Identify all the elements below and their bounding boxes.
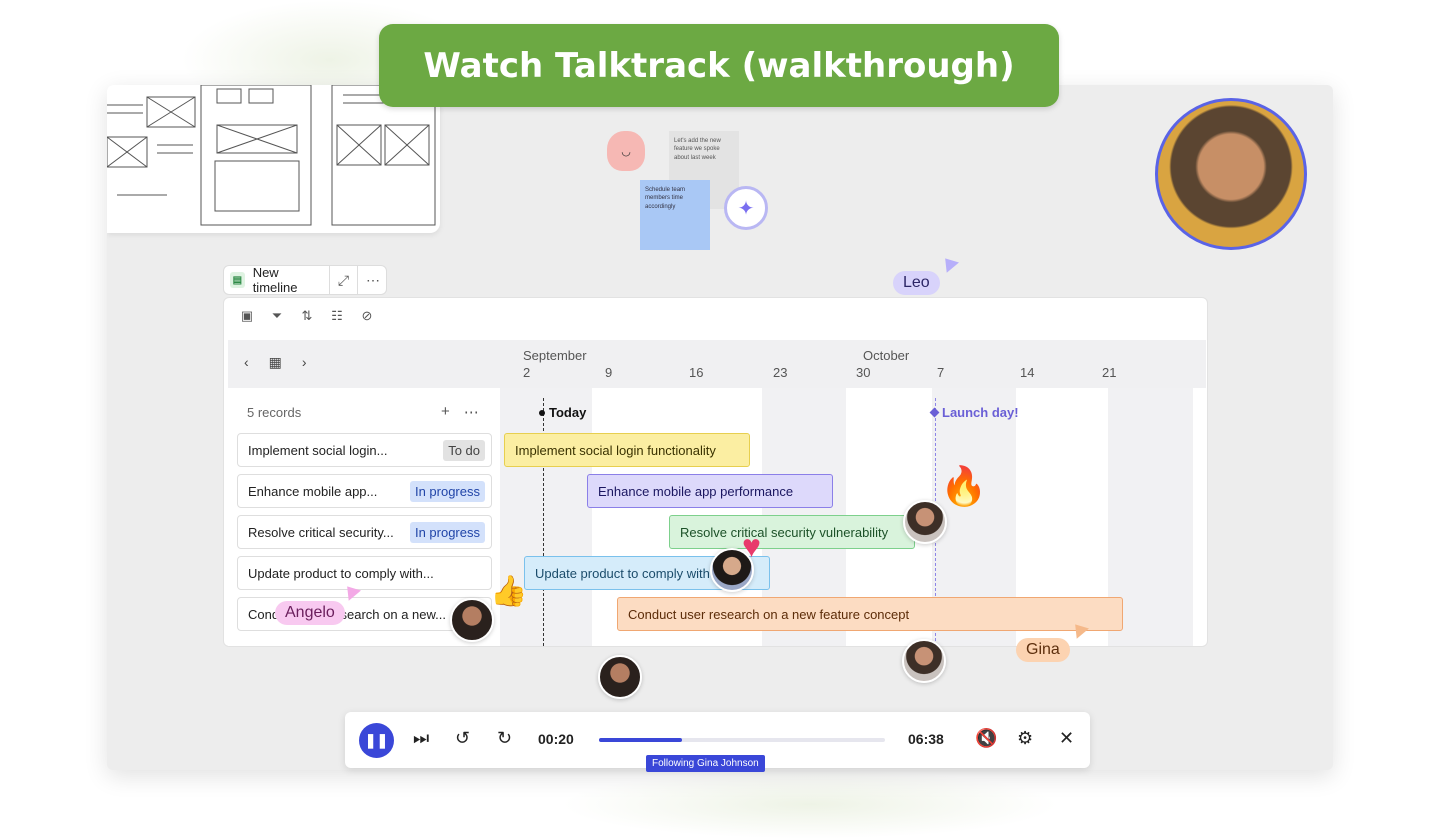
- presenter-video-avatar: [1155, 98, 1307, 250]
- divider: [328, 265, 330, 295]
- watch-talktrack-banner[interactable]: Watch Talktrack (walkthrough): [379, 24, 1059, 107]
- month-label: September: [523, 348, 587, 363]
- launch-label: Launch day!: [942, 405, 1019, 420]
- timeline-bar[interactable]: Implement social login functionality: [504, 433, 750, 467]
- following-badge: Following Gina Johnson: [646, 755, 765, 772]
- prev-icon[interactable]: ‹: [244, 354, 249, 371]
- hide-icon[interactable]: ⊘: [360, 308, 374, 324]
- timeline-bar[interactable]: Enhance mobile app performance: [587, 474, 833, 508]
- status-badge[interactable]: To do: [443, 440, 485, 461]
- record-row[interactable]: Implement social login... To do: [237, 433, 492, 467]
- heart-reaction-icon: ♥: [742, 528, 761, 564]
- record-name: Implement social login...: [248, 442, 388, 458]
- more-icon[interactable]: ⋯: [464, 403, 479, 421]
- collaborator-cursor-gina: Gina: [1016, 638, 1070, 662]
- background-glow: [560, 770, 1060, 839]
- status-badge[interactable]: In progress: [409, 481, 485, 502]
- record-row[interactable]: Enhance mobile app... In progress: [237, 474, 492, 508]
- settings-icon[interactable]: ⚙: [1017, 728, 1033, 749]
- next-icon[interactable]: ›: [302, 354, 307, 371]
- wave-hand-sticker: ◡: [607, 131, 645, 171]
- month-label: October: [863, 348, 910, 363]
- ai-assistant-icon[interactable]: ✦: [724, 186, 768, 230]
- cursor-arrow-icon: [939, 253, 959, 273]
- avatar: [450, 598, 494, 642]
- timeline-grid: ‹ ▦ › September October 2 9 16 23 30 7 1…: [228, 340, 1206, 646]
- divider: [357, 265, 359, 295]
- timeline-panel: ▣ ⏷ ⇅ ☷ ⊘ ‹ ▦ › September October 2 9 16…: [223, 297, 1208, 647]
- current-time: 00:20: [538, 731, 574, 747]
- skip-next-icon[interactable]: ⏭: [413, 728, 429, 749]
- filter-icon[interactable]: ⏷: [270, 308, 284, 324]
- timeline-title: New timeline: [252, 265, 298, 295]
- timeline-icon: ▤: [230, 272, 245, 288]
- more-icon[interactable]: ⋯: [366, 272, 380, 289]
- wireframe-drawing: [107, 85, 436, 226]
- avatar: [902, 639, 946, 683]
- record-name: Update product to comply with...: [248, 565, 434, 581]
- record-name: Enhance mobile app...: [248, 483, 378, 499]
- progress-fill: [599, 738, 682, 742]
- status-badge[interactable]: In progress: [409, 522, 485, 543]
- day-label: 14: [1020, 365, 1035, 380]
- fire-reaction-icon: 🔥: [940, 466, 988, 508]
- day-label: 23: [773, 365, 788, 380]
- pause-button[interactable]: ❚❚: [359, 723, 394, 758]
- timeline-bar[interactable]: Conduct user research on a new feature c…: [617, 597, 1123, 631]
- sort-icon[interactable]: ⇅: [300, 308, 314, 324]
- day-label: 30: [856, 365, 871, 380]
- add-icon[interactable]: +: [441, 403, 450, 421]
- record-row[interactable]: Update product to comply with...: [237, 556, 492, 590]
- record-name: Resolve critical security...: [248, 524, 394, 540]
- timeline-header-chip[interactable]: ▤ New timeline ⤢ ⋯: [223, 265, 387, 295]
- today-dot-icon: [539, 409, 545, 416]
- day-label: 2: [523, 365, 531, 380]
- day-label: 21: [1102, 365, 1117, 380]
- record-actions: + ⋯: [441, 403, 479, 421]
- today-marker: Today: [539, 405, 586, 420]
- avatar: [598, 655, 642, 699]
- card-icon[interactable]: ▣: [240, 308, 254, 324]
- wireframe-sketch[interactable]: [107, 85, 440, 233]
- today-label: Today: [549, 405, 587, 420]
- launch-marker[interactable]: Launch day!: [929, 405, 1019, 420]
- whiteboard-canvas[interactable]: ◡ Let's add the new feature we spoke abo…: [107, 85, 1333, 770]
- thumbs-up-reaction-icon: 👍: [490, 575, 528, 608]
- total-time: 06:38: [908, 731, 944, 747]
- day-label: 16: [689, 365, 704, 380]
- day-label: 9: [605, 365, 613, 380]
- forward-10-icon[interactable]: ↻: [497, 728, 512, 749]
- record-row[interactable]: Resolve critical security... In progress: [237, 515, 492, 549]
- expand-icon[interactable]: ⤢: [338, 272, 349, 289]
- day-label: 7: [937, 365, 945, 380]
- collaborator-cursor-angelo: Angelo: [275, 601, 345, 625]
- rewind-10-icon[interactable]: ↺: [455, 728, 470, 749]
- timeline-header: ‹ ▦ › September October 2 9 16 23 30 7 1…: [228, 340, 1206, 388]
- records-count: 5 records: [247, 405, 302, 420]
- mute-icon[interactable]: 🔇: [975, 728, 997, 749]
- calendar-icon[interactable]: ▦: [269, 354, 282, 371]
- diamond-icon: [929, 407, 940, 418]
- timeline-bar[interactable]: Resolve critical security vulnerability: [669, 515, 915, 549]
- timeline-nav: ‹ ▦ ›: [244, 354, 307, 371]
- sticky-note[interactable]: Schedule team members time accordingly: [640, 180, 710, 250]
- collaborator-cursor-leo: Leo: [893, 271, 940, 295]
- group-icon[interactable]: ☷: [330, 308, 344, 324]
- progress-track[interactable]: [599, 738, 885, 742]
- close-icon[interactable]: ✕: [1059, 728, 1074, 749]
- timeline-toolbar: ▣ ⏷ ⇅ ☷ ⊘: [240, 308, 374, 324]
